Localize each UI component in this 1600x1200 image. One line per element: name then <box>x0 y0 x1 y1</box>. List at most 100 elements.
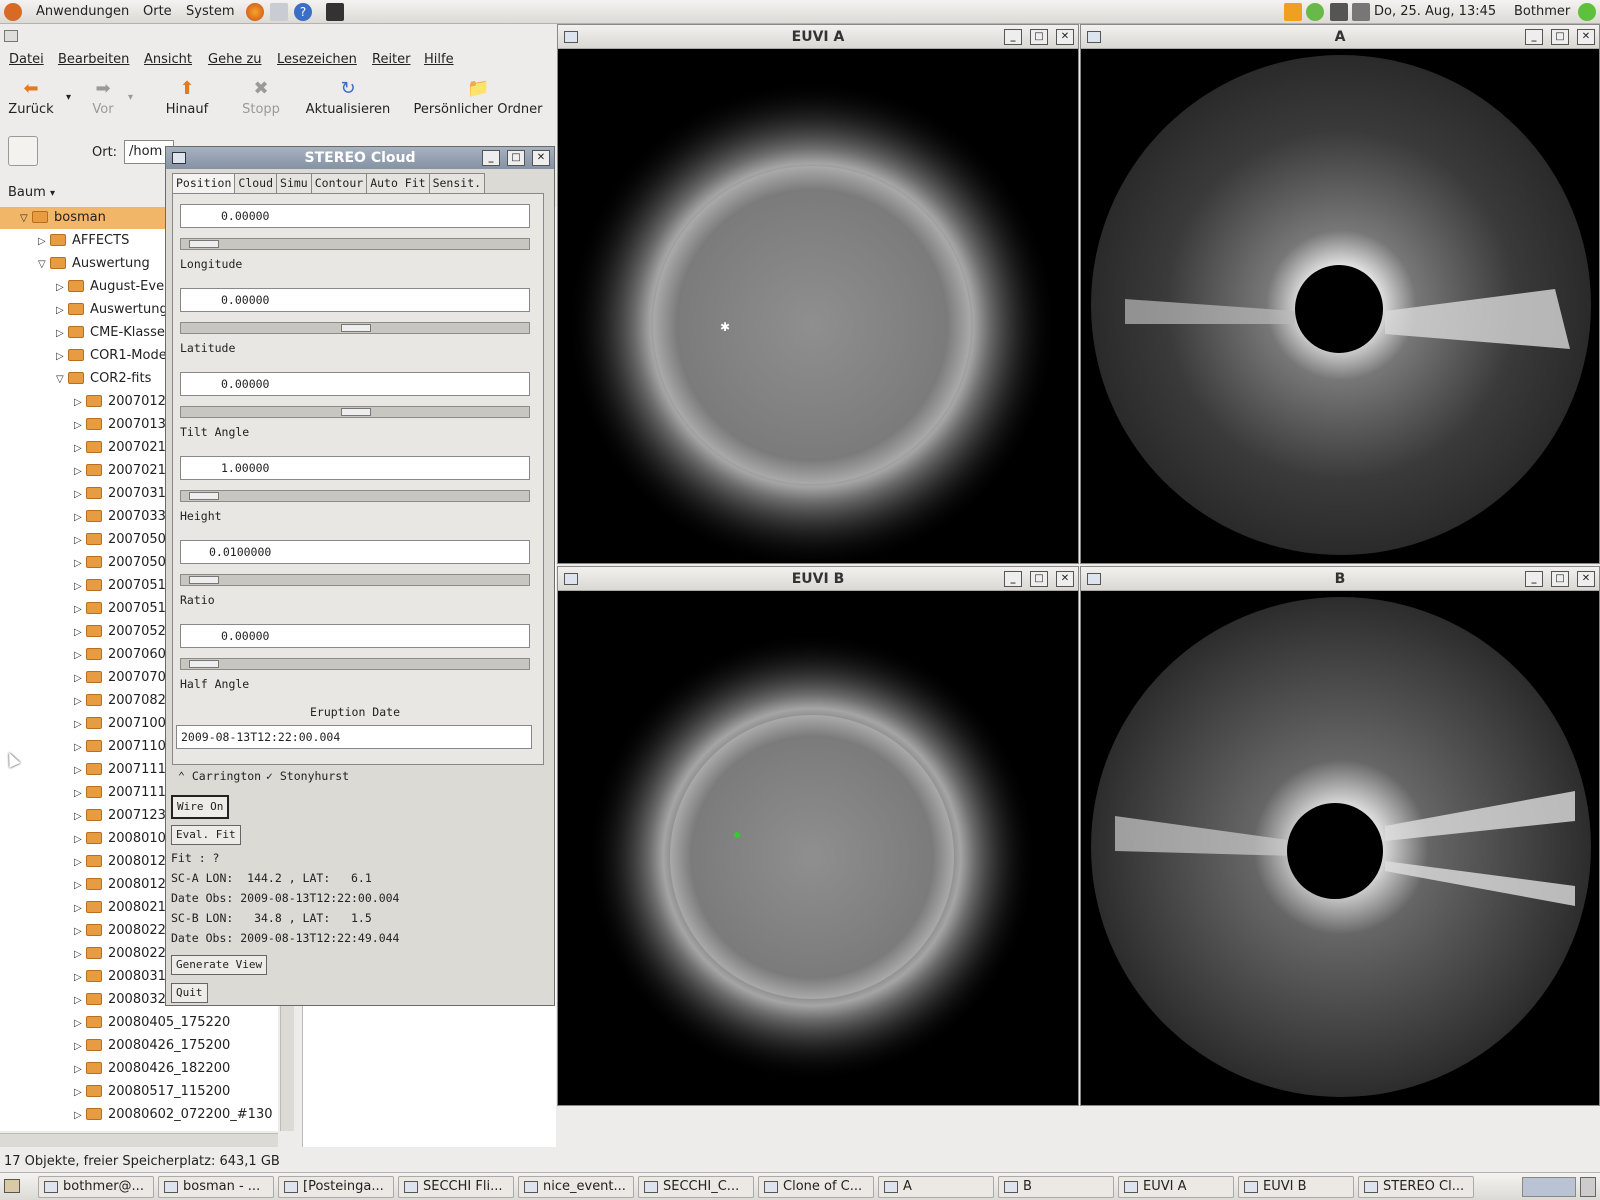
close-button[interactable]: ✕ <box>1056 571 1074 587</box>
expander-closed-icon[interactable]: ▷ <box>74 1082 86 1104</box>
mail-icon[interactable] <box>270 3 288 21</box>
taskbar-item[interactable]: A <box>878 1176 994 1198</box>
minimize-button[interactable]: _ <box>1004 29 1022 45</box>
taskbar-item[interactable]: bothmer@... <box>38 1176 154 1198</box>
slider-knob[interactable] <box>341 324 371 332</box>
taskbar-item[interactable]: STEREO Cl... <box>1358 1176 1474 1198</box>
slider-knob[interactable] <box>189 492 220 500</box>
expander-closed-icon[interactable]: ▷ <box>74 530 86 552</box>
minimize-button[interactable]: _ <box>1525 29 1543 45</box>
taskbar-item[interactable]: nice_event... <box>518 1176 634 1198</box>
tab-sensit[interactable]: Sensit. <box>428 173 486 193</box>
taskbar-item[interactable]: SECCHI_C... <box>638 1176 754 1198</box>
menu-gehe-zu[interactable]: Gehe zu <box>208 52 262 67</box>
expander-closed-icon[interactable]: ▷ <box>74 438 86 460</box>
back-history-dropdown[interactable]: ▾ <box>66 92 71 103</box>
tree-row[interactable]: ▷ 20080426_182200 <box>0 1058 278 1080</box>
slider-knob[interactable] <box>341 408 371 416</box>
wire-on-button[interactable]: Wire On <box>171 795 230 819</box>
generate-view-button[interactable]: Generate View <box>171 955 268 975</box>
expander-open-icon[interactable]: ▽ <box>38 254 50 276</box>
half-angle-slider[interactable] <box>180 658 530 670</box>
menu-reiter[interactable]: Reiter <box>372 52 411 67</box>
expander-closed-icon[interactable]: ▷ <box>74 829 86 851</box>
eval-fit-button[interactable]: Eval. Fit <box>171 825 241 845</box>
reload-button[interactable]: ↻ Aktualisieren <box>300 78 396 117</box>
latitude-slider[interactable] <box>180 322 530 334</box>
tab-cloud[interactable]: Cloud <box>234 173 278 193</box>
ratio-slider[interactable] <box>180 574 530 586</box>
help-icon[interactable]: ? <box>294 3 312 21</box>
ubuntu-logo-icon[interactable] <box>4 3 22 21</box>
network-icon[interactable] <box>1306 3 1324 21</box>
maximize-button[interactable]: □ <box>1030 571 1048 587</box>
tree-row[interactable]: ▷ 20080517_115200 <box>0 1081 278 1103</box>
tree-row[interactable]: ▷ 20080405_175220 <box>0 1012 278 1034</box>
back-button[interactable]: ⬅ Zurück <box>8 78 54 117</box>
euvi-b-image[interactable] <box>562 591 1074 1103</box>
carrington-radio[interactable]: ⌃ Carrington <box>178 769 261 783</box>
taskbar-item[interactable]: Clone of C... <box>758 1176 874 1198</box>
warning-icon[interactable] <box>1284 3 1302 21</box>
taskbar-item[interactable]: SECCHI Fli... <box>398 1176 514 1198</box>
tree-row[interactable]: ▷ 20080426_175200 <box>0 1035 278 1057</box>
cor-b-image[interactable] <box>1085 591 1597 1103</box>
expander-closed-icon[interactable]: ▷ <box>74 484 86 506</box>
expander-closed-icon[interactable]: ▷ <box>74 622 86 644</box>
eruption-date-input[interactable]: 2009-08-13T12:22:00.004 <box>176 725 532 749</box>
expander-closed-icon[interactable]: ▷ <box>74 1036 86 1058</box>
firefox-icon[interactable] <box>246 3 264 21</box>
close-button[interactable]: ✕ <box>1056 29 1074 45</box>
euvi-a-window[interactable]: EUVI A _ □ ✕ ✱ <box>557 24 1079 564</box>
expander-closed-icon[interactable]: ▷ <box>74 806 86 828</box>
ratio-input[interactable]: 0.0100000 <box>180 540 530 564</box>
sidebar-mode-select[interactable]: Baum ▾ <box>4 182 64 204</box>
expander-closed-icon[interactable]: ▷ <box>74 898 86 920</box>
expander-closed-icon[interactable]: ▷ <box>74 990 86 1012</box>
window-menu-icon[interactable] <box>564 573 578 585</box>
window-menu-icon[interactable] <box>172 152 186 164</box>
expander-closed-icon[interactable]: ▷ <box>74 1013 86 1035</box>
edit-location-button[interactable] <box>8 136 38 166</box>
expander-closed-icon[interactable]: ▷ <box>74 760 86 782</box>
expander-closed-icon[interactable]: ▷ <box>38 231 50 253</box>
home-folder-button[interactable]: 📁 Persönlicher Ordner <box>410 78 546 117</box>
height-input[interactable]: 1.00000 <box>180 456 530 480</box>
tilt-angle-slider[interactable] <box>180 406 530 418</box>
expander-closed-icon[interactable]: ▷ <box>74 576 86 598</box>
expander-closed-icon[interactable]: ▷ <box>74 645 86 667</box>
display-icon[interactable] <box>1330 3 1348 21</box>
slider-knob[interactable] <box>189 576 220 584</box>
menu-hilfe[interactable]: Hilfe <box>424 52 454 67</box>
cor-a-image[interactable] <box>1085 49 1597 561</box>
slider-knob[interactable] <box>189 240 220 248</box>
expander-closed-icon[interactable]: ▷ <box>74 944 86 966</box>
expander-closed-icon[interactable]: ▷ <box>56 300 68 322</box>
latitude-input[interactable]: 0.00000 <box>180 288 530 312</box>
tab-contour[interactable]: Contour <box>310 173 368 193</box>
expander-closed-icon[interactable]: ▷ <box>74 967 86 989</box>
window-menu-icon[interactable] <box>1087 31 1101 43</box>
window-menu-icon[interactable] <box>564 31 578 43</box>
maximize-button[interactable]: □ <box>1551 29 1569 45</box>
cor-b-window[interactable]: B _ □ ✕ <box>1080 566 1600 1106</box>
show-desktop-icon[interactable] <box>4 1179 20 1193</box>
menu-system[interactable]: System <box>186 3 234 21</box>
expander-open-icon[interactable]: ▽ <box>20 208 32 230</box>
menu-anwendungen[interactable]: Anwendungen <box>36 3 129 21</box>
height-slider[interactable] <box>180 490 530 502</box>
tree-row[interactable]: ▷ 20080602_072200_#130 <box>0 1104 278 1126</box>
expander-closed-icon[interactable]: ▷ <box>56 323 68 345</box>
window-menu-icon[interactable] <box>1087 573 1101 585</box>
taskbar-item[interactable]: bosman - ... <box>158 1176 274 1198</box>
expander-closed-icon[interactable]: ▷ <box>56 277 68 299</box>
tab-auto-fit[interactable]: Auto Fit <box>366 173 430 193</box>
euvi-b-window[interactable]: EUVI B _ □ ✕ <box>557 566 1079 1106</box>
trash-icon[interactable] <box>1580 1177 1596 1197</box>
longitude-slider[interactable] <box>180 238 530 250</box>
tab-position[interactable]: Position <box>172 173 236 193</box>
minimize-button[interactable]: _ <box>482 150 500 166</box>
clock[interactable]: Do, 25. Aug, 13:45 <box>1374 3 1496 21</box>
taskbar-item[interactable]: EUVI B <box>1238 1176 1354 1198</box>
tree-horizontal-scrollbar[interactable] <box>0 1133 278 1147</box>
